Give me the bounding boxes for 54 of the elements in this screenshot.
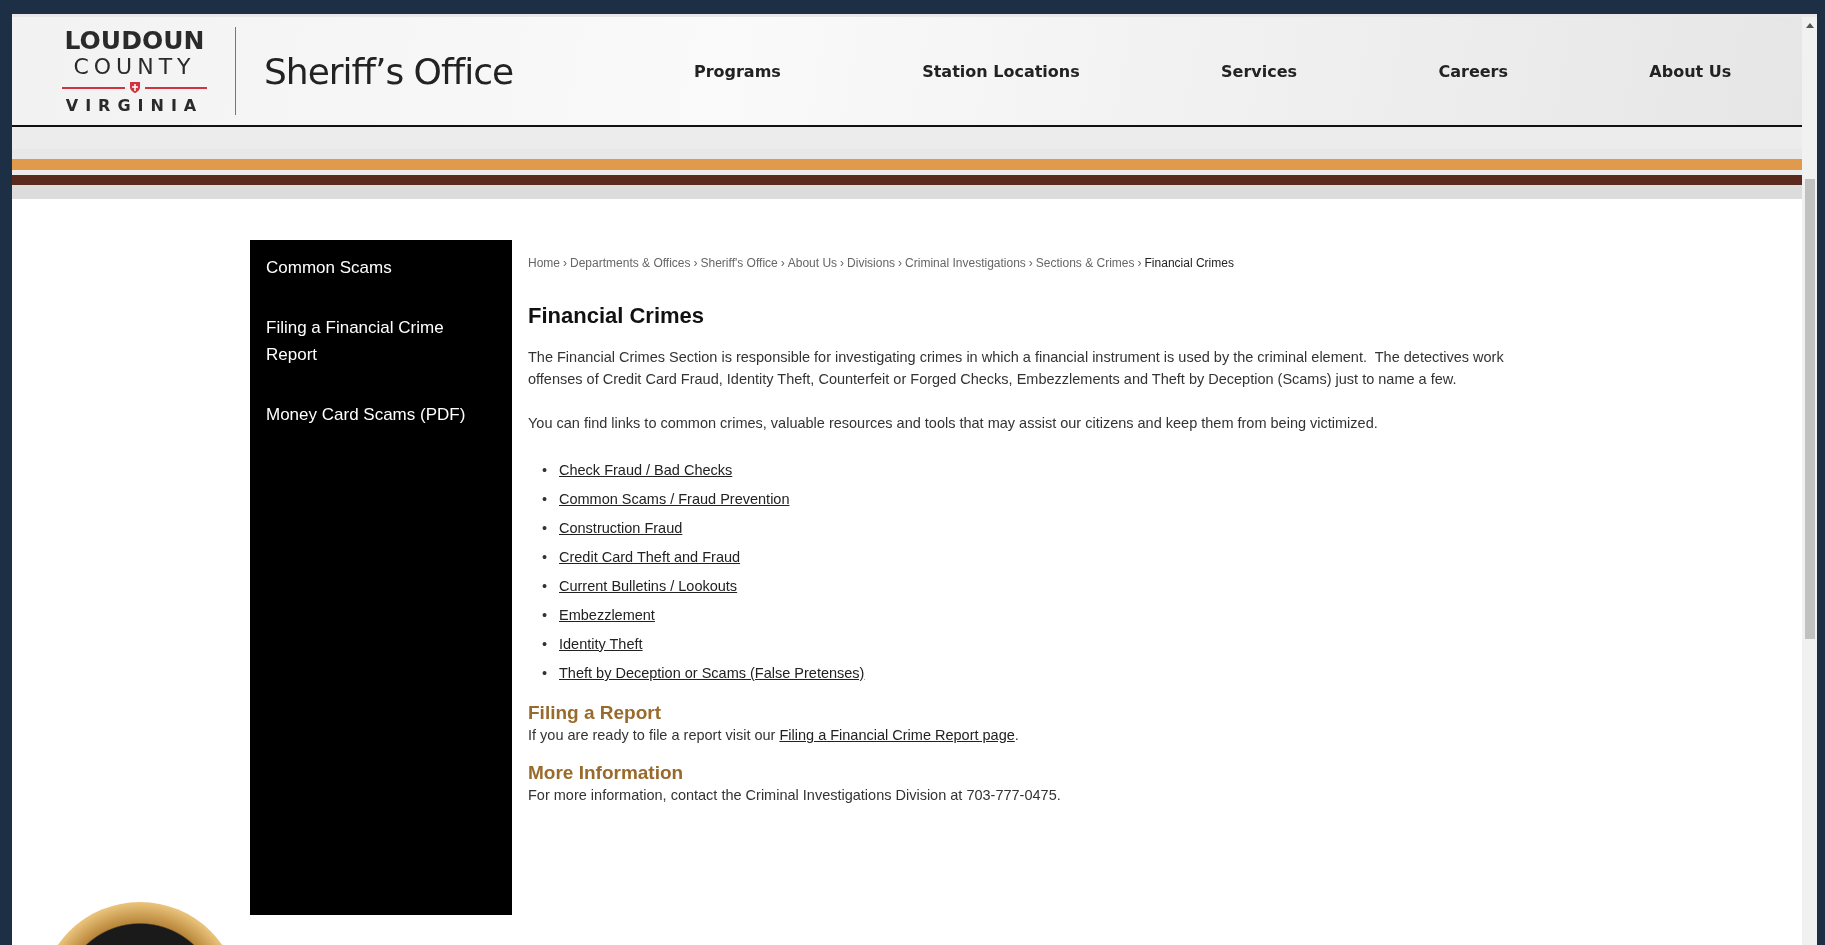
- bullet: •: [541, 548, 549, 567]
- crime-link[interactable]: Check Fraud / Bad Checks: [559, 462, 733, 478]
- nav-link[interactable]: Programs: [693, 61, 781, 81]
- breadcrumb-link[interactable]: Departments & Offices: [570, 256, 691, 270]
- breadcrumb-link[interactable]: About Us: [787, 256, 838, 270]
- crime-link[interactable]: Theft by Deception or Scams (False Pretenses): [559, 665, 865, 681]
- bullet: •: [541, 490, 549, 509]
- breadcrumb-separator: ›: [563, 256, 567, 270]
- breadcrumb-separator: ›: [1137, 256, 1142, 270]
- nav-link[interactable]: Careers: [1438, 61, 1508, 81]
- shield-icon: [128, 81, 141, 94]
- section-heading: Filing a Report: [528, 702, 662, 724]
- scrollbar-thumb[interactable]: [1805, 179, 1815, 639]
- breadcrumb-separator: ›: [840, 256, 845, 270]
- section-heading: More Information: [528, 762, 685, 784]
- breadcrumb-link[interactable]: Sections & Crimes: [1035, 256, 1135, 270]
- crime-link[interactable]: Construction Fraud: [559, 520, 683, 536]
- bullet: •: [541, 461, 549, 480]
- bullet: •: [541, 664, 549, 683]
- nav-link[interactable]: Services: [1221, 61, 1298, 81]
- bullet: •: [541, 635, 549, 654]
- page-title: Financial Crimes: [528, 303, 706, 329]
- sidebar-link[interactable]: Filing a Financial Crime Report: [266, 314, 466, 368]
- site-title: Sheriff’s Office: [264, 50, 514, 92]
- logo-text: LOUDOUN: [64, 27, 205, 54]
- breadcrumb-link[interactable]: Criminal Investigations: [905, 256, 1026, 270]
- crime-link[interactable]: Current Bulletins / Lookouts: [559, 578, 738, 594]
- filing-text: If you are ready to file a report visit our Filing a Financial Crime Report page.: [528, 726, 1020, 744]
- body-paragraph: You can find links to common crimes, valuable resources and tools that may assist our citizens and keep them from being victimized.: [528, 414, 1379, 433]
- crime-link[interactable]: Embezzlement: [559, 607, 655, 623]
- logo-text: COUNTY: [73, 54, 196, 79]
- breadcrumb-separator: ›: [780, 256, 785, 270]
- bullet: •: [541, 606, 549, 625]
- body-paragraph: The Financial Crimes Section is responsible for investigating crimes in which a financial instrument is used by the criminal element. The detectives work offenses of Credit Card Fraud, Identity Theft, Counterfeit or Forged Checks, Embezzlements and Theft by Deception (Scams) just to name a few.: [528, 348, 1505, 389]
- contact-text: For more information, contact the Criminal Investigations Division at 703-777-0475.: [528, 786, 1062, 804]
- breadcrumb-separator: ›: [693, 256, 698, 270]
- crime-link[interactable]: Credit Card Theft and Fraud: [559, 549, 741, 565]
- bullet: •: [541, 577, 549, 596]
- breadcrumb-separator: ›: [1028, 256, 1033, 270]
- crime-link[interactable]: Common Scams / Fraud Prevention: [559, 491, 790, 507]
- crime-link[interactable]: Identity Theft: [559, 636, 643, 652]
- breadcrumb-link[interactable]: Home: [528, 256, 560, 270]
- nav-link[interactable]: Station Locations: [922, 61, 1080, 81]
- breadcrumb-separator: ›: [898, 256, 903, 270]
- bullet: •: [541, 519, 549, 538]
- sidebar-link[interactable]: Common Scams: [266, 254, 466, 281]
- logo-text: VIRGINIA: [65, 96, 204, 115]
- sidebar-link[interactable]: Money Card Scams (PDF): [266, 401, 466, 428]
- report-link[interactable]: Filing a Financial Crime Report page: [779, 727, 1015, 743]
- scroll-up-icon[interactable]: [1805, 23, 1814, 28]
- breadcrumb-link[interactable]: Divisions: [847, 256, 896, 270]
- breadcrumb-current: Financial Crimes: [1144, 256, 1234, 270]
- nav-link[interactable]: About Us: [1649, 61, 1732, 81]
- breadcrumb-link[interactable]: Sheriff's Office: [700, 256, 778, 270]
